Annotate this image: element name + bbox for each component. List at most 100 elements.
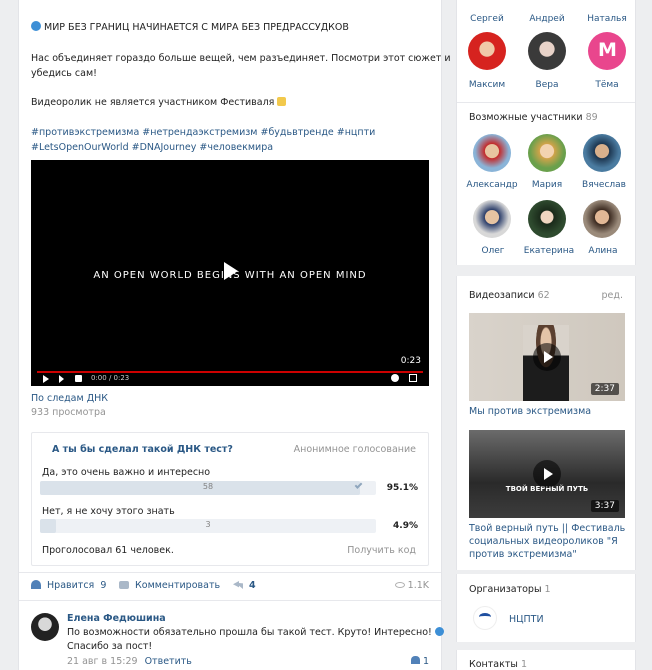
member-avatar[interactable] [473, 200, 511, 238]
divider [19, 600, 441, 601]
wall-post: МИР БЕЗ ГРАНИЦ НАЧИНАЕТСЯ С МИРА БЕЗ ПРЕ… [18, 0, 451, 670]
videos-header[interactable]: Видеозаписи 62 [469, 290, 550, 301]
share-button[interactable]: 4 [233, 580, 256, 591]
divider [19, 572, 441, 573]
fullscreen-icon[interactable] [409, 374, 417, 382]
reply-link[interactable]: Ответить [145, 656, 192, 667]
video-title[interactable]: против экстремизма" [469, 549, 577, 560]
poll-option-bar[interactable]: 3 [40, 519, 376, 533]
poll: А ты бы сделал такой ДНК тест? Анонимное… [31, 432, 429, 566]
volume-icon[interactable] [75, 375, 82, 382]
comment-author[interactable]: Елена Федюшина [67, 613, 166, 624]
contacts-header[interactable]: Контакты 1 [469, 659, 527, 670]
member-avatar[interactable]: M [588, 32, 626, 70]
member-avatar[interactable] [528, 32, 566, 70]
member-avatar[interactable] [468, 32, 506, 70]
organizers-header[interactable]: Организаторы 1 [469, 584, 551, 595]
poll-get-code-link[interactable]: Получить код [347, 545, 416, 556]
video-duration: 0:23 [400, 356, 421, 366]
member-avatar[interactable] [528, 200, 566, 238]
play-icon[interactable] [533, 460, 561, 488]
post-body-line: Нас объединяет гораздо больше вещей, чем… [31, 53, 451, 64]
video-title[interactable]: По следам ДНК [31, 393, 108, 404]
comment-date[interactable]: 21 авг в 15:29 [67, 656, 138, 667]
poll-option-percent: 95.1% [386, 483, 418, 493]
commenter-avatar[interactable] [31, 613, 59, 641]
member-name[interactable]: Наталья [577, 14, 637, 24]
share-icon [233, 581, 243, 589]
video-time: 0:00 / 0:23 [91, 374, 130, 382]
comment-text: По возможности обязательно прошла бы так… [67, 627, 444, 638]
poll-option-percent: 4.9% [393, 521, 418, 531]
heart-icon [31, 580, 41, 589]
divider [457, 102, 635, 103]
edit-link[interactable]: ред. [602, 290, 623, 301]
video-title[interactable]: Твой верный путь || Фестиваль [469, 523, 625, 534]
organizer-name[interactable]: НЦПТИ [509, 614, 544, 625]
play-icon[interactable] [533, 343, 561, 371]
post-hashtags[interactable]: #противэкстремизма #нетрендаэкстремизм #… [31, 127, 375, 138]
letter-m-icon: M [598, 39, 617, 61]
video-controls[interactable]: 0:00 / 0:23 [31, 368, 429, 386]
video-views: 933 просмотра [31, 407, 106, 418]
member-name[interactable]: Мария [517, 180, 577, 190]
poll-option-bar[interactable]: 58 [40, 481, 376, 495]
video-duration: 2:37 [590, 383, 619, 395]
post-hashtags[interactable]: #LetsOpenOurWorld #DNAJourney #человекми… [31, 142, 273, 153]
possible-members-header[interactable]: Возможные участники 89 [469, 112, 598, 123]
globe-icon [31, 21, 41, 31]
post-note: Видеоролик не является участником Фестив… [31, 97, 287, 108]
views-counter: 1.1K [394, 580, 429, 591]
poll-type: Анонимное голосование [293, 444, 416, 455]
member-name[interactable]: Алина [573, 246, 633, 256]
poll-voted: Проголосовал 61 человек. [42, 545, 174, 556]
video-thumbnail[interactable]: ТВОЙ ВЕРНЫЙ ПУТЬ 3:37 [469, 430, 625, 518]
play-icon[interactable] [224, 262, 238, 280]
videos-block: Видеозаписи 62 ред. 2:37 Мы против экстр… [456, 276, 636, 570]
video-title[interactable]: социальных видеороликов "Я [469, 536, 618, 547]
logo-icon [479, 613, 491, 621]
poll-option-count: 3 [205, 520, 211, 529]
post-title-row: МИР БЕЗ ГРАНИЦ НАЧИНАЕТСЯ С МИРА БЕЗ ПРЕ… [31, 21, 349, 33]
organizers-block: Организаторы 1 НЦПТИ [456, 574, 636, 642]
heart-icon [410, 656, 420, 664]
member-avatar[interactable] [528, 134, 566, 172]
eye-icon [394, 582, 405, 588]
person-emoji-icon [277, 97, 287, 106]
settings-icon[interactable] [391, 374, 399, 382]
organizer-logo[interactable] [473, 606, 497, 630]
like-button[interactable]: Нравится 9 [31, 580, 106, 591]
globe-icon [434, 627, 444, 636]
member-name[interactable]: Максим [457, 80, 517, 90]
member-name[interactable]: Александр [461, 180, 523, 190]
video-duration: 3:37 [590, 500, 619, 512]
member-name[interactable]: Тёма [577, 80, 637, 90]
poll-option-label: Да, это очень важно и интересно [42, 467, 211, 478]
comment-text: Спасибо за пост! [67, 641, 153, 652]
member-avatar[interactable] [583, 200, 621, 238]
poll-option-count: 58 [202, 482, 214, 491]
video-title[interactable]: Мы против экстремизма [469, 406, 591, 417]
member-name[interactable]: Сергей [457, 14, 517, 24]
member-name[interactable]: Вера [517, 80, 577, 90]
members-block: Сергей Андрей Наталья M Максим Вера Тёма… [456, 0, 636, 265]
member-name[interactable]: Андрей [517, 14, 577, 24]
play-small-icon[interactable] [43, 375, 49, 383]
poll-option-label: Нет, я не хочу этого знать [42, 506, 175, 517]
post-title: МИР БЕЗ ГРАНИЦ НАЧИНАЕТСЯ С МИРА БЕЗ ПРЕ… [44, 22, 349, 33]
member-name[interactable]: Олег [463, 246, 523, 256]
post-body-line: убедись сам! [31, 68, 97, 79]
poll-question: А ты бы сделал такой ДНК тест? [52, 444, 233, 455]
member-name[interactable]: Екатерина [519, 246, 579, 256]
member-avatar[interactable] [583, 134, 621, 172]
video-thumbnail[interactable]: 2:37 [469, 313, 625, 401]
comment-button[interactable]: Комментировать [119, 580, 220, 591]
video-player[interactable]: AN OPEN WORLD BEGINS WITH AN OPEN MIND 0… [31, 160, 429, 386]
comment-icon [119, 581, 129, 589]
contacts-block: Контакты 1 [456, 650, 636, 670]
member-avatar[interactable] [473, 134, 511, 172]
next-icon[interactable] [59, 375, 64, 383]
member-name[interactable]: Вячеслав [574, 180, 634, 190]
video-progress-bar[interactable] [37, 371, 423, 373]
comment-like[interactable]: 1 [410, 656, 429, 667]
